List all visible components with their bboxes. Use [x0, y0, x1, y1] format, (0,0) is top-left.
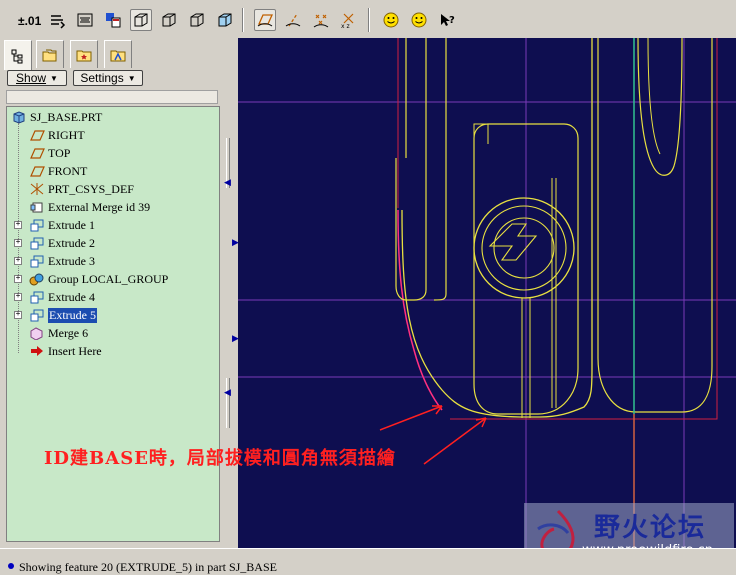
tree-item-label: TOP [48, 145, 71, 160]
tree-item-group-local-group[interactable]: Group LOCAL_GROUP [29, 271, 168, 287]
svg-text:x z: x z [341, 23, 350, 29]
tree-item-extrude-1[interactable]: Extrude 1 [29, 217, 95, 233]
tree-item-external-merge[interactable]: External Merge id 39 [29, 199, 150, 215]
status-message: Showing feature 20 (EXTRUDE_5) in part S… [19, 560, 277, 574]
tree-item-extrude-5[interactable]: Extrude 5 [29, 307, 97, 323]
tree-item-label: Extrude 2 [48, 235, 95, 250]
model-tree-tab[interactable] [4, 40, 32, 70]
merge-6-icon [29, 326, 45, 340]
csys-icon [29, 182, 45, 196]
hidden-line-icon[interactable] [158, 9, 180, 31]
show-dropdown-label: Show [16, 71, 47, 85]
annotation-text: ID建BASE時，局部拔模和圓角無須描繪 [44, 448, 396, 469]
tree-item-extrude-3[interactable]: Extrude 3 [29, 253, 95, 269]
expand-toggle[interactable]: + [14, 275, 22, 283]
tree-item-label: Insert Here [48, 343, 102, 358]
group-icon [29, 272, 45, 286]
context-help-icon[interactable]: ? [436, 9, 458, 31]
collapse-arrow-icon[interactable]: ◀ [224, 178, 231, 188]
datum-axis-icon[interactable] [282, 9, 304, 31]
wireframe-icon[interactable] [214, 9, 236, 31]
expand-toggle[interactable]: + [14, 311, 22, 319]
datum-plane-icon [29, 128, 45, 142]
tree-item-extrude-4[interactable]: Extrude 4 [29, 289, 95, 305]
window-icon[interactable] [102, 9, 124, 31]
smile-alt-icon[interactable] [408, 9, 430, 31]
precision-label[interactable]: ±.01 [18, 14, 41, 28]
smile-icon[interactable] [380, 9, 402, 31]
tree-item-prt-csys-def[interactable]: PRT_CSYS_DEF [29, 181, 134, 197]
tree-column-header [6, 90, 218, 104]
datum-point-icon[interactable] [310, 9, 332, 31]
panel-sash[interactable]: ◀ ▶ ▶ ◀ [222, 38, 239, 548]
tree-item-front[interactable]: FRONT [29, 163, 87, 179]
settings-dropdown-label: Settings [80, 71, 124, 85]
connections-tab[interactable] [104, 40, 132, 68]
expand-toggle[interactable]: + [14, 239, 22, 247]
svg-text:?: ? [449, 15, 455, 26]
tree-root[interactable]: SJ_BASE.PRT [11, 109, 102, 125]
tree-item-top[interactable]: TOP [29, 145, 70, 161]
settings-dropdown[interactable]: Settings ▼ [73, 70, 143, 86]
tree-item-label: Extrude 1 [48, 217, 95, 232]
expand-toggle[interactable]: + [14, 221, 22, 229]
tree-item-right[interactable]: RIGHT [29, 127, 85, 143]
favorites-tab[interactable] [70, 40, 98, 68]
no-hidden-icon[interactable] [186, 9, 208, 31]
extrude-icon [29, 290, 45, 304]
navigator-panel: Show ▼ Settings ▼ SJ_BASE.PRT RIGHT TOP … [0, 38, 230, 548]
chevron-down-icon: ▼ [50, 73, 58, 83]
tree-item-extrude-2[interactable]: Extrude 2 [29, 235, 95, 251]
tree-item-label: Extrude 4 [48, 289, 95, 304]
show-dropdown[interactable]: Show ▼ [7, 70, 67, 86]
part-icon [11, 110, 27, 124]
extrude-icon [29, 236, 45, 250]
expand-toggle[interactable]: + [14, 257, 22, 265]
extrude-icon [29, 218, 45, 232]
tree-item-label: RIGHT [48, 127, 85, 142]
shaded-icon[interactable] [130, 9, 152, 31]
mapkey-icon[interactable] [74, 9, 96, 31]
merge-icon [29, 200, 45, 214]
tree-item-label: External Merge id 39 [48, 199, 151, 214]
folder-browser-tab[interactable] [36, 40, 64, 68]
status-bar: Showing feature 20 (EXTRUDE_5) in part S… [0, 548, 736, 574]
datum-plane-icon [29, 146, 45, 160]
main-toolbar: ±.01 x z ? [0, 0, 736, 39]
regenerate-icon[interactable] [46, 9, 68, 31]
tree-item-insert-here[interactable]: Insert Here [29, 343, 102, 359]
chevron-down-icon: ▼ [127, 73, 136, 83]
tree-root-label: SJ_BASE.PRT [30, 109, 103, 124]
extrude-icon [29, 308, 45, 322]
model-geometry [238, 38, 736, 548]
status-bullet-icon [8, 563, 14, 569]
collapse-arrow-icon[interactable]: ◀ [224, 388, 231, 398]
tree-item-label: FRONT [48, 163, 88, 178]
tree-item-label: Extrude 3 [48, 253, 95, 268]
insert-arrow-icon [29, 344, 45, 358]
csys-icon[interactable]: x z [338, 9, 360, 31]
model-tree: SJ_BASE.PRT RIGHT TOP FRONT PRT_CSYS_DEF… [6, 106, 220, 542]
watermark-title: 野火论坛 [594, 513, 707, 543]
graphics-window[interactable] [238, 38, 736, 548]
tree-item-merge-6[interactable]: Merge 6 [29, 325, 88, 341]
tree-item-label-selected: Extrude 5 [48, 307, 97, 323]
datum-plane-icon[interactable] [254, 9, 276, 31]
tree-item-label: Merge 6 [48, 325, 89, 340]
extrude-icon [29, 254, 45, 268]
tree-item-label: PRT_CSYS_DEF [48, 181, 134, 196]
expand-toggle[interactable]: + [14, 293, 22, 301]
tree-item-label: Group LOCAL_GROUP [48, 271, 169, 286]
datum-plane-icon [29, 164, 45, 178]
